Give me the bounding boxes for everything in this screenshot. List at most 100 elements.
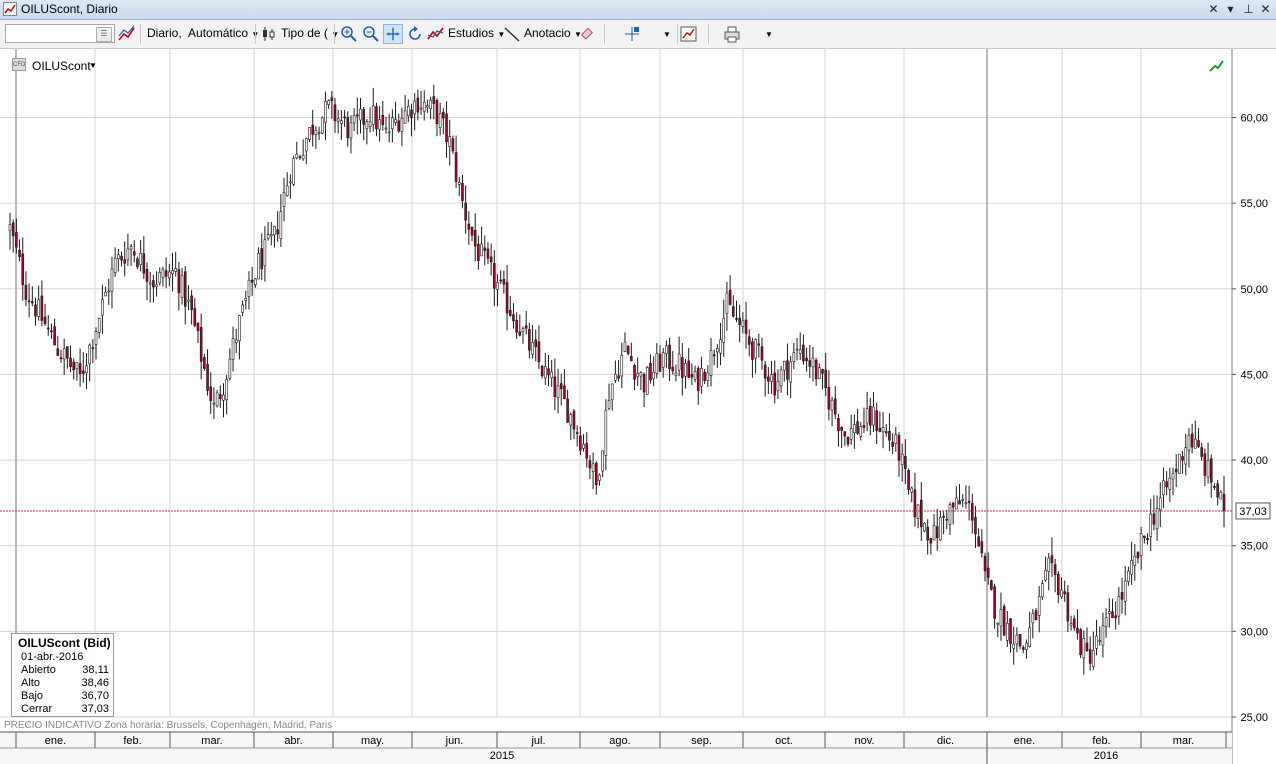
trend-line-icon[interactable] xyxy=(502,24,522,44)
candle-body xyxy=(1184,447,1188,465)
drawing-tools-icon[interactable] xyxy=(117,24,137,44)
candle-body xyxy=(1222,493,1226,512)
candle-body xyxy=(1050,555,1054,564)
info-value: 36,70 xyxy=(81,690,109,702)
candle-body xyxy=(569,414,573,426)
x-tick-label: jun. xyxy=(445,735,464,747)
undock-icon[interactable]: ✕ xyxy=(1205,1,1222,17)
candle-body xyxy=(1133,555,1137,566)
candle-body xyxy=(174,268,177,272)
candle-body xyxy=(537,341,541,363)
candle-body xyxy=(856,421,859,434)
period-dropdown[interactable]: Diario, Automático ▼ xyxy=(147,26,259,40)
price-axis: 25,00 30,00 35,00 40,00 45,00 50,00 55,00 60,00 xyxy=(1231,49,1268,764)
candle-body xyxy=(741,320,745,327)
candle-body xyxy=(257,253,260,280)
candle-body xyxy=(212,402,216,405)
candle-body xyxy=(904,455,907,469)
candle-body xyxy=(18,250,21,258)
candle-body xyxy=(132,251,136,256)
info-label: Bajo xyxy=(21,690,44,702)
candle-body xyxy=(814,359,818,380)
eraser-icon[interactable] xyxy=(578,24,598,44)
candle-body xyxy=(457,182,461,185)
candle-body xyxy=(696,368,700,391)
pan-mode-icon[interactable] xyxy=(383,24,403,44)
candle-body xyxy=(1015,634,1019,645)
candle-body xyxy=(356,114,359,117)
candle-body xyxy=(521,328,525,333)
y-tick-label: 60,00 xyxy=(1240,113,1268,125)
pin-icon[interactable]: ⊥ xyxy=(1240,1,1257,17)
candle-body xyxy=(671,366,675,372)
chart-type-dropdown[interactable]: Tipo de ( ▼ xyxy=(281,26,339,40)
candle-body xyxy=(1130,560,1133,575)
candle-body xyxy=(120,255,123,261)
candle-body xyxy=(1152,513,1156,525)
candle-body xyxy=(1069,623,1073,626)
candle-body xyxy=(553,376,557,397)
candle-body xyxy=(840,426,843,431)
window-menu-arrow-icon[interactable]: ▾ xyxy=(1222,1,1239,17)
candle-body xyxy=(1092,650,1095,667)
x-tick-label: jul. xyxy=(530,735,545,747)
zoom-out-icon[interactable] xyxy=(361,24,381,44)
reset-view-icon[interactable] xyxy=(405,24,425,44)
x-tick-label: mar. xyxy=(1173,735,1194,747)
candle-body xyxy=(180,275,184,298)
candle-body xyxy=(24,284,28,300)
candle-body xyxy=(687,360,690,378)
toolbar-divider xyxy=(708,24,709,44)
candle-body xyxy=(66,346,69,359)
candle-body xyxy=(266,234,270,239)
candle-body xyxy=(884,431,888,434)
candle-body xyxy=(550,371,553,379)
candle-body xyxy=(888,431,891,441)
x-tick-label: ago. xyxy=(609,735,630,747)
candle-body xyxy=(849,428,853,440)
candle-body xyxy=(891,441,894,447)
symbol-input[interactable] xyxy=(6,25,100,42)
candle-body xyxy=(684,363,687,377)
studies-icon[interactable] xyxy=(426,24,446,44)
candle-body xyxy=(234,339,238,343)
toolbar-divider xyxy=(140,24,141,44)
crosshair-icon[interactable] xyxy=(622,24,642,44)
chevron-down-icon[interactable]: ▼ xyxy=(89,61,97,70)
candle-body xyxy=(1165,481,1168,488)
candle-body xyxy=(101,299,104,316)
studies-dropdown[interactable]: Estudios ▼ xyxy=(448,26,505,40)
symbol-field[interactable]: ☰ xyxy=(5,24,115,43)
candle-body xyxy=(78,363,82,375)
chart-settings-icon[interactable] xyxy=(679,24,699,44)
candle-body xyxy=(43,316,47,325)
candle-body xyxy=(305,138,308,152)
candle-body xyxy=(499,279,502,282)
close-icon[interactable]: ✕ xyxy=(1257,1,1274,17)
y-tick-label: 25,00 xyxy=(1240,712,1268,724)
window-title: OILUScont, Diario xyxy=(21,2,118,16)
candle-body xyxy=(1143,535,1146,538)
candlestick-type-icon[interactable] xyxy=(259,24,279,44)
candle-body xyxy=(645,367,649,395)
chart-app-icon xyxy=(3,2,17,16)
zoom-in-icon[interactable] xyxy=(339,24,359,44)
candle-body xyxy=(630,356,633,362)
print-dropdown[interactable]: ▼ xyxy=(765,26,773,40)
candle-body xyxy=(352,115,356,124)
instrument-name[interactable]: OILUScont xyxy=(32,59,91,73)
candle-body xyxy=(432,96,436,104)
symbol-picker-icon[interactable]: ☰ xyxy=(96,27,112,42)
candle-body xyxy=(473,229,477,247)
crosshair-dropdown[interactable]: ▼ xyxy=(663,26,671,40)
info-value: 37,03 xyxy=(81,703,109,715)
candle-body xyxy=(317,132,321,134)
price-chart[interactable]: 37,03 25,00 30,00 35,00 40,00 45,00 50,00 55,0… xyxy=(0,49,1276,764)
y-tick-label: 45,00 xyxy=(1240,369,1268,381)
candle-body xyxy=(145,268,149,282)
annotation-dropdown[interactable]: Anotacio ▼ xyxy=(524,26,582,40)
print-icon[interactable] xyxy=(722,24,742,44)
instrument-settings-icon[interactable]: CFD xyxy=(12,58,26,71)
candle-body xyxy=(614,373,617,381)
candle-body xyxy=(897,434,901,461)
